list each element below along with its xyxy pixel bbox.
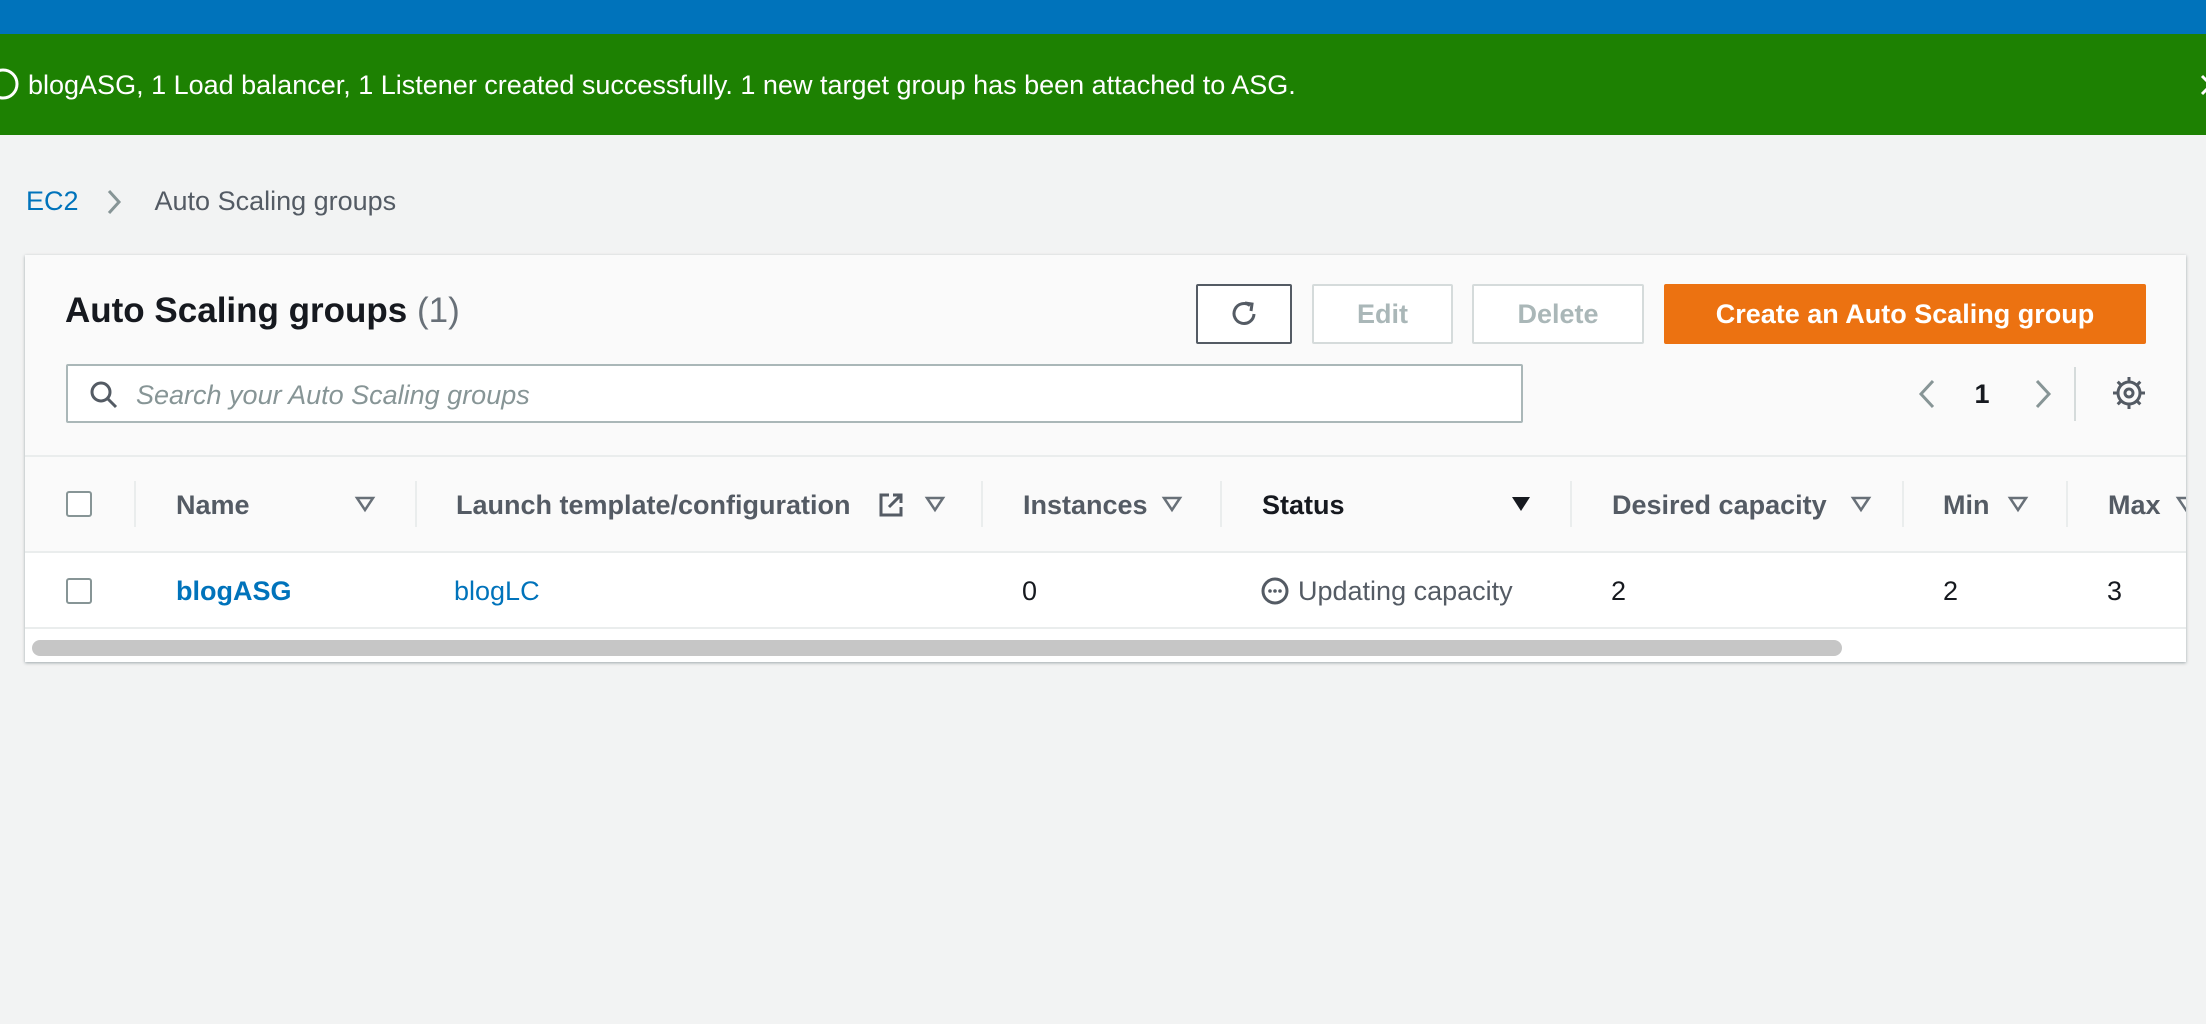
status-text: Updating capacity [1298, 575, 1513, 606]
launch-configuration-link[interactable]: blogLC [454, 553, 540, 629]
row-select-checkbox[interactable] [66, 578, 92, 604]
search-input[interactable] [134, 370, 1508, 420]
max-value: 3 [2107, 575, 2123, 606]
pagination-current-page[interactable]: 1 [1965, 375, 1999, 413]
flash-message: blogASG, 1 Load balancer, 1 Listener cre… [28, 70, 1296, 100]
chevron-left-icon[interactable] [1911, 375, 1945, 413]
column-divider [2066, 481, 2068, 527]
edit-button[interactable]: Edit [1312, 284, 1453, 344]
desired-capacity-value: 2 [1611, 575, 1627, 606]
gear-icon[interactable] [2110, 374, 2148, 412]
in-progress-icon [1261, 577, 1289, 605]
status-success-icon [0, 68, 19, 100]
min-value: 2 [1943, 575, 1959, 606]
column-header-instances[interactable]: Instances [1023, 457, 1148, 553]
column-divider [1570, 481, 1572, 527]
column-header-launch-template[interactable]: Launch template/configuration [456, 457, 851, 553]
caret-down-icon[interactable] [1510, 493, 1532, 515]
status-value: Updating capacity [1260, 553, 1513, 629]
breadcrumb-link-ec2[interactable]: EC2 [26, 186, 79, 217]
column-divider [1220, 481, 1222, 527]
column-header-name[interactable]: Name [176, 457, 250, 553]
column-divider [134, 481, 136, 527]
asg-name-link[interactable]: blogASG [176, 553, 292, 629]
column-divider [415, 481, 417, 527]
breadcrumb-current: Auto Scaling groups [154, 186, 397, 216]
column-header-min[interactable]: Min [1943, 457, 1990, 553]
item-count: (1) [416, 291, 460, 330]
refresh-button[interactable] [1196, 284, 1292, 344]
select-all-checkbox[interactable] [66, 491, 92, 517]
table-row[interactable]: blogASG blogLC 0 Updating capacity 2 2 3 [25, 553, 2186, 629]
page-title: Auto Scaling groups (1) [65, 291, 460, 331]
column-header-status[interactable]: Status [1262, 457, 1345, 553]
panel-header: Auto Scaling groups (1) Edit Delete Crea… [25, 255, 2186, 455]
instances-value: 0 [1022, 575, 1038, 606]
column-header-desired-capacity[interactable]: Desired capacity [1612, 457, 1827, 553]
search-field [66, 364, 1523, 423]
pagination-divider [2074, 367, 2076, 421]
success-flash-banner: blogASG, 1 Load balancer, 1 Listener cre… [0, 34, 2206, 135]
column-header-max[interactable]: Max [2108, 457, 2161, 553]
chevron-right-icon[interactable] [2025, 375, 2059, 413]
top-navigation-bar [0, 0, 2206, 34]
breadcrumb: EC2 Auto Scaling groups [26, 186, 396, 217]
horizontal-scrollbar-thumb[interactable] [32, 640, 1842, 656]
chevron-right-icon [107, 189, 121, 214]
caret-down-icon[interactable] [1161, 493, 1183, 515]
close-icon[interactable] [2196, 70, 2206, 100]
create-auto-scaling-group-button[interactable]: Create an Auto Scaling group [1664, 284, 2146, 344]
caret-down-icon[interactable] [2007, 493, 2029, 515]
external-link-icon[interactable] [876, 490, 906, 520]
caret-down-icon[interactable] [354, 493, 376, 515]
search-icon [90, 381, 118, 409]
caret-down-icon[interactable] [1850, 493, 1872, 515]
delete-button[interactable]: Delete [1472, 284, 1644, 344]
title-text: Auto Scaling groups [65, 291, 408, 330]
caret-down-icon[interactable] [2175, 493, 2186, 515]
column-divider [1902, 481, 1904, 527]
auto-scaling-groups-panel: Auto Scaling groups (1) Edit Delete Crea… [25, 255, 2186, 662]
caret-down-icon[interactable] [924, 493, 946, 515]
table-header: Name Launch template/configuration Insta… [25, 455, 2186, 553]
column-divider [981, 481, 983, 527]
refresh-icon [1232, 301, 1256, 325]
